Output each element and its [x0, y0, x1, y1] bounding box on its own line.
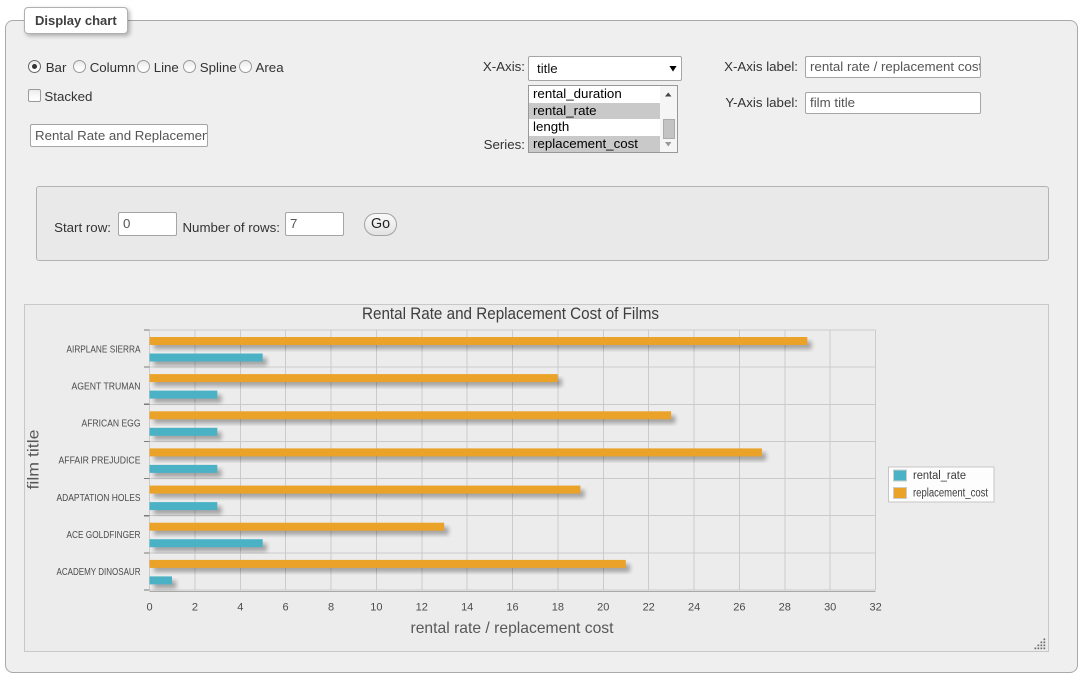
svg-text:26: 26 — [733, 602, 745, 614]
svg-text:rental rate / replacement cost: rental rate / replacement cost — [411, 620, 615, 637]
svg-text:2: 2 — [192, 602, 198, 614]
svg-text:28: 28 — [779, 602, 791, 614]
svg-text:6: 6 — [283, 602, 289, 614]
svg-text:AIRPLANE SIERRA: AIRPLANE SIERRA — [67, 343, 141, 355]
svg-text:16: 16 — [506, 602, 518, 614]
svg-text:ADAPTATION HOLES: ADAPTATION HOLES — [57, 492, 141, 504]
svg-text:14: 14 — [461, 602, 473, 614]
svg-text:Rental Rate and Replacement Co: Rental Rate and Replacement Cost of Film… — [362, 305, 659, 323]
svg-text:10: 10 — [370, 602, 382, 614]
svg-text:32: 32 — [869, 602, 881, 614]
svg-text:0: 0 — [146, 602, 152, 614]
svg-text:12: 12 — [416, 602, 428, 614]
svg-text:film title: film title — [26, 429, 43, 489]
svg-text:rental_rate: rental_rate — [913, 470, 966, 482]
svg-text:22: 22 — [643, 602, 655, 614]
svg-text:replacement_cost: replacement_cost — [913, 488, 989, 500]
svg-text:8: 8 — [328, 602, 334, 614]
svg-text:24: 24 — [688, 602, 700, 614]
svg-text:30: 30 — [824, 602, 836, 614]
svg-text:ACE GOLDFINGER: ACE GOLDFINGER — [67, 529, 141, 541]
svg-text:18: 18 — [552, 602, 564, 614]
svg-text:20: 20 — [597, 602, 609, 614]
svg-text:ACADEMY DINOSAUR: ACADEMY DINOSAUR — [57, 566, 141, 578]
svg-text:AGENT TRUMAN: AGENT TRUMAN — [72, 380, 141, 392]
svg-text:AFFAIR PREJUDICE: AFFAIR PREJUDICE — [59, 455, 141, 467]
svg-text:AFRICAN EGG: AFRICAN EGG — [82, 418, 141, 430]
svg-text:4: 4 — [237, 602, 243, 614]
